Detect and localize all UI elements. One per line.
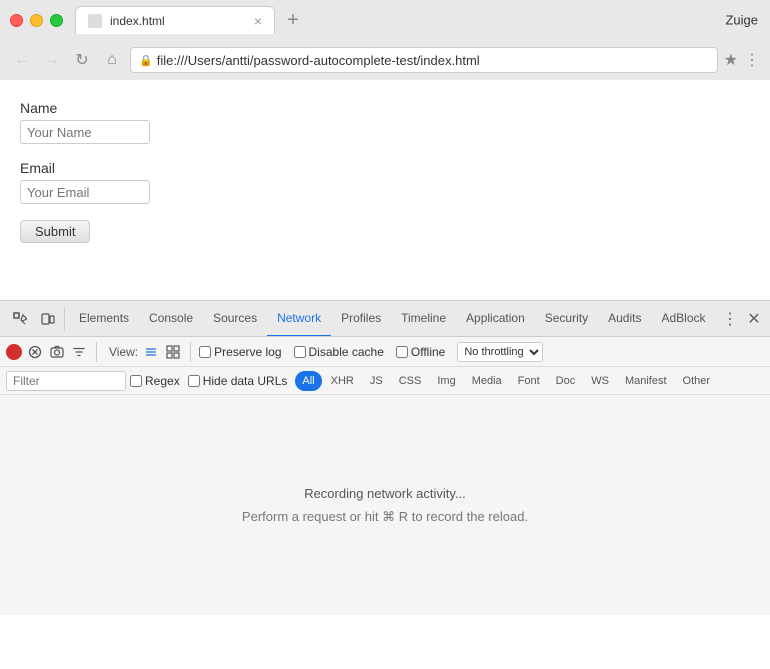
tab-title: index.html (110, 14, 246, 28)
tab-elements[interactable]: Elements (69, 301, 139, 337)
tab-adblock[interactable]: AdBlock (651, 301, 715, 337)
regex-group[interactable]: Regex (130, 374, 180, 388)
regex-checkbox[interactable] (130, 375, 142, 387)
disable-cache-group[interactable]: Disable cache (294, 345, 384, 359)
filter-css-button[interactable]: CSS (392, 371, 429, 391)
name-label: Name (20, 100, 750, 116)
email-field-group: Email (20, 160, 750, 204)
bookmark-button[interactable]: ★ (724, 50, 738, 70)
regex-label: Regex (145, 374, 180, 388)
tab-application[interactable]: Application (456, 301, 535, 337)
devtools-close-button[interactable]: ✕ (742, 307, 766, 331)
filter-button[interactable] (70, 343, 88, 361)
filter-xhr-button[interactable]: XHR (324, 371, 361, 391)
filter-font-button[interactable]: Font (511, 371, 547, 391)
filter-js-button[interactable]: JS (363, 371, 390, 391)
disable-cache-label: Disable cache (309, 345, 384, 359)
lock-icon: 🔒 (139, 54, 153, 67)
disable-cache-checkbox[interactable] (294, 346, 306, 358)
filter-doc-button[interactable]: Doc (549, 371, 583, 391)
recording-hint: Perform a request or hit ⌘ R to record t… (242, 509, 528, 525)
hide-data-urls-group[interactable]: Hide data URLs (188, 374, 288, 388)
fullscreen-window-button[interactable] (50, 14, 63, 27)
tab-timeline[interactable]: Timeline (391, 301, 456, 337)
tab-sources[interactable]: Sources (203, 301, 267, 337)
preserve-log-checkbox[interactable] (199, 346, 211, 358)
filter-input[interactable] (6, 371, 126, 391)
tab-audits[interactable]: Audits (598, 301, 651, 337)
filter-manifest-button[interactable]: Manifest (618, 371, 674, 391)
toolbar-separator-2 (190, 342, 191, 362)
filter-all-button[interactable]: All (295, 371, 321, 391)
clear-button[interactable] (26, 343, 44, 361)
view-list-button[interactable] (142, 343, 160, 361)
record-button[interactable] (6, 344, 22, 360)
new-tab-button[interactable]: + (279, 6, 307, 34)
profile-name: Zuige (725, 13, 758, 28)
name-field-group: Name (20, 100, 750, 144)
offline-checkbox[interactable] (396, 346, 408, 358)
reload-button[interactable]: ↻ (70, 48, 94, 72)
submit-button[interactable]: Submit (20, 220, 90, 243)
offline-label: Offline (411, 345, 445, 359)
filter-ws-button[interactable]: WS (584, 371, 616, 391)
address-bar[interactable]: 🔒 file:///Users/antti/password-autocompl… (130, 47, 718, 73)
filter-type-buttons: All XHR JS CSS Img Media Font Doc WS Man… (295, 371, 717, 391)
device-toolbar-button[interactable] (36, 307, 60, 331)
tab-favicon (88, 14, 102, 28)
tab-network[interactable]: Network (267, 301, 331, 337)
email-label: Email (20, 160, 750, 176)
forward-button[interactable]: → (40, 48, 64, 72)
recording-status: Recording network activity... (304, 486, 466, 501)
filter-media-button[interactable]: Media (465, 371, 509, 391)
devtools-more-button[interactable]: ⋮ (718, 307, 742, 331)
inspect-element-button[interactable] (8, 307, 32, 331)
close-window-button[interactable] (10, 14, 23, 27)
filter-other-button[interactable]: Other (676, 371, 718, 391)
throttle-select[interactable]: No throttling (457, 342, 543, 362)
email-input[interactable] (20, 180, 150, 204)
screenshot-button[interactable] (48, 343, 66, 361)
offline-group[interactable]: Offline (396, 345, 445, 359)
url-text: file:///Users/antti/password-autocomplet… (157, 53, 480, 68)
name-input[interactable] (20, 120, 150, 144)
view-label: View: (109, 345, 138, 359)
home-button[interactable]: ⌂ (100, 48, 124, 72)
menu-button[interactable]: ⋮ (744, 50, 760, 70)
tab-close-button[interactable]: × (254, 13, 262, 29)
tab-console[interactable]: Console (139, 301, 203, 337)
minimize-window-button[interactable] (30, 14, 43, 27)
network-content-area: Recording network activity... Perform a … (0, 395, 770, 615)
filter-img-button[interactable]: Img (430, 371, 462, 391)
tab-security[interactable]: Security (535, 301, 598, 337)
preserve-log-label: Preserve log (214, 345, 281, 359)
back-button[interactable]: ← (10, 48, 34, 72)
tab-profiles[interactable]: Profiles (331, 301, 391, 337)
preserve-log-group[interactable]: Preserve log (199, 345, 281, 359)
hide-data-urls-checkbox[interactable] (188, 375, 200, 387)
toolbar-separator (96, 342, 97, 362)
hide-data-urls-label: Hide data URLs (203, 374, 288, 388)
view-grid-button[interactable] (164, 343, 182, 361)
